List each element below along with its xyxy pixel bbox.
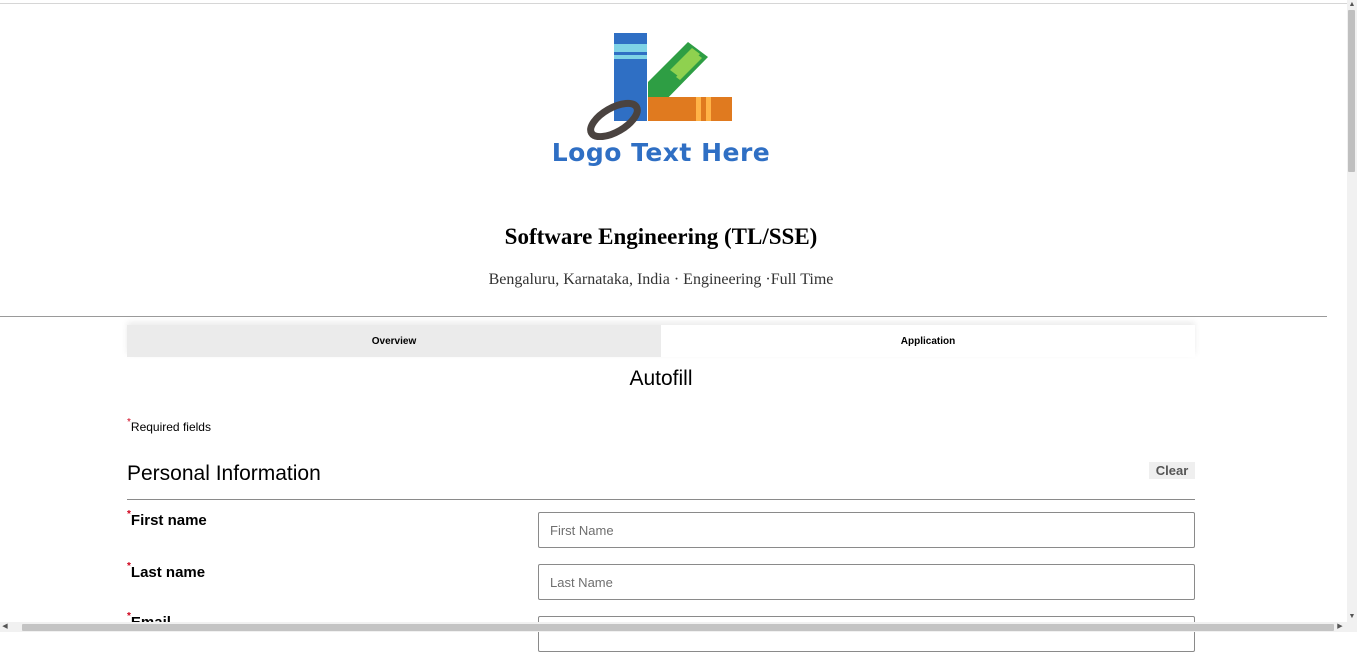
required-marker: * — [127, 611, 131, 622]
tab-application-label: Application — [900, 335, 956, 347]
vertical-scrollbar[interactable]: ▲ ▼ — [1347, 0, 1357, 622]
tab-overview-label: Overview — [371, 335, 417, 347]
last-name-field[interactable] — [538, 564, 1195, 600]
scroll-down-icon[interactable]: ▼ — [1347, 612, 1357, 622]
section-divider — [127, 499, 1195, 500]
clear-button[interactable]: Clear — [1149, 462, 1195, 479]
job-meta: Bengaluru, Karnataka, India · Engineerin… — [488, 271, 834, 288]
required-marker: * — [127, 509, 131, 520]
horizontal-scrollbar-thumb[interactable] — [22, 624, 1334, 631]
job-title: Software Engineering (TL/SSE) — [504, 224, 818, 249]
tab-overview[interactable]: Overview — [127, 325, 661, 357]
company-logo: Logo Text Here — [530, 30, 792, 170]
last-name-label-text: Last name — [130, 564, 206, 581]
vertical-scrollbar-thumb[interactable] — [1348, 10, 1355, 172]
top-divider — [0, 3, 1347, 4]
autofill-heading: Autofill — [629, 367, 693, 390]
tab-bar: Overview Application — [127, 325, 1195, 357]
last-name-label: *Last name — [127, 561, 206, 581]
scroll-left-icon[interactable]: ◀ — [0, 622, 10, 632]
required-fields-note: *Required fields — [127, 417, 211, 434]
logo-graphic — [587, 33, 732, 141]
logo-text: Logo Text Here — [551, 138, 771, 167]
required-marker: * — [127, 417, 131, 428]
scroll-right-icon[interactable]: ▶ — [1335, 622, 1345, 632]
first-name-field[interactable] — [538, 512, 1195, 548]
required-marker: * — [127, 561, 131, 572]
section-title-personal-information: Personal Information — [127, 462, 321, 485]
tab-application[interactable]: Application — [661, 325, 1195, 357]
required-fields-text: Required fields — [130, 420, 211, 434]
header-divider — [0, 316, 1327, 317]
horizontal-scrollbar[interactable]: ◀ ▶ — [0, 622, 1357, 632]
first-name-label-text: First name — [130, 512, 207, 529]
first-name-label: *First name — [127, 509, 207, 529]
scroll-up-icon[interactable]: ▲ — [1347, 0, 1357, 10]
